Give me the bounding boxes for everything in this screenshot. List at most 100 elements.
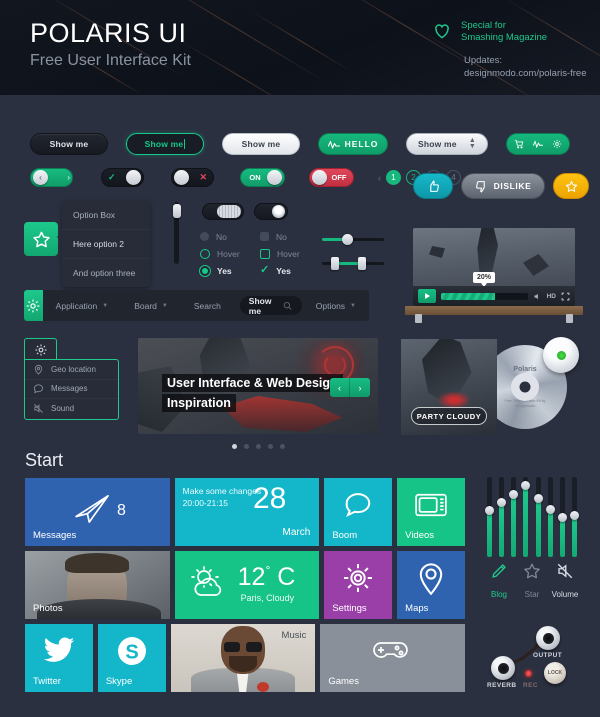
checkbox-option-hover[interactable]: Hover	[260, 245, 300, 262]
eq-handle[interactable]	[569, 511, 579, 521]
icon-button-star[interactable]: Star	[517, 562, 547, 599]
eq-handle[interactable]	[485, 506, 494, 516]
nav-item-application[interactable]: Application ▼	[43, 301, 122, 311]
nav-item-options[interactable]: Options ▼	[302, 301, 369, 311]
check-switch[interactable]: ✓	[101, 168, 144, 187]
radio-icon-off[interactable]	[200, 232, 209, 241]
carousel-dot[interactable]	[231, 444, 237, 449]
carousel-dot[interactable]	[255, 444, 261, 449]
navbar-gear-button[interactable]	[24, 290, 43, 321]
off-switch[interactable]: OFF	[309, 168, 354, 187]
outline-button[interactable]: Show me	[126, 133, 204, 155]
tile-photos[interactable]: Photos	[25, 551, 170, 619]
side-menu-tab[interactable]	[24, 338, 57, 360]
tile-videos[interactable]: Videos	[397, 478, 465, 546]
radio-icon-hover[interactable]	[200, 248, 210, 259]
tile-weather[interactable]: 12° C Paris, Cloudy	[174, 551, 320, 619]
side-menu-item-sound[interactable]: Sound	[25, 399, 118, 419]
gear-icon[interactable]	[552, 139, 562, 149]
carousel-dot[interactable]	[267, 444, 273, 449]
range-slider[interactable]	[322, 257, 384, 270]
eq-channel-8[interactable]	[569, 477, 579, 557]
white-button[interactable]: Show me	[222, 133, 300, 155]
checkbox-option-yes[interactable]: ✓ Yes	[260, 262, 300, 279]
video-progress-track[interactable]	[441, 292, 528, 300]
nav-item-board[interactable]: Board ▼	[121, 301, 181, 311]
checkbox-icon-on[interactable]: ✓	[260, 265, 269, 276]
cross-switch[interactable]: ✕	[171, 168, 214, 187]
tile-maps[interactable]: Maps	[397, 551, 465, 619]
eq-channel-2[interactable]	[497, 477, 507, 557]
favorite-button[interactable]	[553, 173, 589, 199]
side-menu-item-geo[interactable]: Geo location	[25, 360, 118, 380]
option-box-trigger[interactable]	[24, 222, 58, 256]
eq-channel-4[interactable]	[521, 477, 531, 557]
carousel-dot[interactable]	[243, 444, 249, 449]
vertical-slider[interactable]	[172, 202, 181, 264]
lock-button[interactable]: LOCK	[544, 662, 566, 684]
reverb-jack[interactable]	[491, 656, 515, 680]
option-item-1[interactable]: Option Box	[62, 201, 150, 230]
vertical-slider-handle[interactable]	[172, 204, 181, 218]
arrow-switch[interactable]: ‹ ›	[30, 168, 73, 187]
icon-button-volume[interactable]: Volume	[550, 562, 580, 599]
search-input[interactable]: Show me	[239, 296, 302, 316]
pagination-page-1[interactable]: 1	[386, 170, 401, 185]
nav-item-search[interactable]: Search	[181, 301, 234, 311]
round-toggle[interactable]	[254, 203, 288, 220]
updates-url[interactable]: designmodo.com/polaris-free	[464, 67, 587, 80]
range-slider-handle-right[interactable]	[357, 257, 366, 270]
pagination-prev[interactable]: ‹	[378, 173, 381, 183]
eq-handle[interactable]	[533, 493, 543, 503]
single-slider-handle[interactable]	[341, 234, 353, 245]
dislike-button[interactable]: DISLIKE	[461, 173, 545, 199]
radio-icon-on[interactable]	[200, 265, 210, 276]
eq-handle[interactable]	[545, 504, 555, 514]
tile-boom[interactable]: Boom	[324, 478, 393, 546]
tile-messages[interactable]: 8 Messages	[25, 478, 170, 546]
eq-handle[interactable]	[521, 480, 531, 490]
radio-option-yes[interactable]: Yes	[200, 262, 240, 279]
radio-option-hover[interactable]: Hover	[200, 245, 240, 262]
checkbox-option-no[interactable]: No	[260, 228, 300, 245]
option-item-3[interactable]: And option three	[62, 259, 150, 287]
fullscreen-icon[interactable]	[561, 292, 570, 301]
eq-handle[interactable]	[509, 490, 519, 500]
eq-channel-1[interactable]	[485, 477, 494, 557]
carousel-prev[interactable]: ‹	[330, 378, 350, 397]
eq-channel-3[interactable]	[509, 477, 519, 557]
radio-option-no[interactable]: No	[200, 228, 240, 245]
hd-label[interactable]: HD	[547, 293, 556, 300]
range-slider-handle-left[interactable]	[330, 257, 339, 270]
carousel[interactable]: User Interface & Web Design Inspiration …	[138, 338, 378, 434]
dark-button[interactable]: Show me	[30, 133, 108, 155]
icon-button-group[interactable]	[506, 133, 570, 155]
search-icon[interactable]	[283, 301, 292, 311]
eq-handle[interactable]	[497, 498, 507, 508]
tile-games[interactable]: Games	[320, 624, 465, 692]
tile-calendar[interactable]: Make some changes 20:00-21:15 28 March	[174, 478, 320, 546]
cart-icon[interactable]	[514, 139, 524, 149]
pulse-icon[interactable]	[533, 139, 543, 149]
tile-settings[interactable]: Settings	[324, 551, 393, 619]
tile-skype[interactable]: S Skype	[97, 624, 166, 692]
eq-handle[interactable]	[557, 512, 567, 522]
video-player[interactable]: 20% HD	[413, 228, 575, 306]
side-menu-item-messages[interactable]: Messages	[25, 380, 118, 399]
carousel-dot[interactable]	[279, 444, 285, 449]
like-button[interactable]	[413, 173, 453, 199]
icon-button-blog[interactable]: Blog	[484, 562, 514, 599]
tile-twitter[interactable]: Twitter	[25, 624, 93, 692]
checkbox-icon-hover[interactable]	[260, 248, 270, 259]
select-button[interactable]: Show me ▲ ▼	[406, 133, 488, 155]
on-switch[interactable]: ON	[240, 168, 285, 187]
tile-music[interactable]: Music	[170, 624, 316, 692]
carousel-next[interactable]: ›	[350, 378, 370, 397]
checkbox-icon-off[interactable]	[260, 232, 269, 241]
hello-button[interactable]: HELLO	[318, 133, 388, 155]
single-slider[interactable]	[322, 234, 384, 245]
play-icon[interactable]	[418, 289, 436, 303]
output-jack[interactable]	[536, 626, 560, 650]
power-knob[interactable]	[543, 337, 579, 373]
volume-icon[interactable]	[533, 292, 542, 301]
